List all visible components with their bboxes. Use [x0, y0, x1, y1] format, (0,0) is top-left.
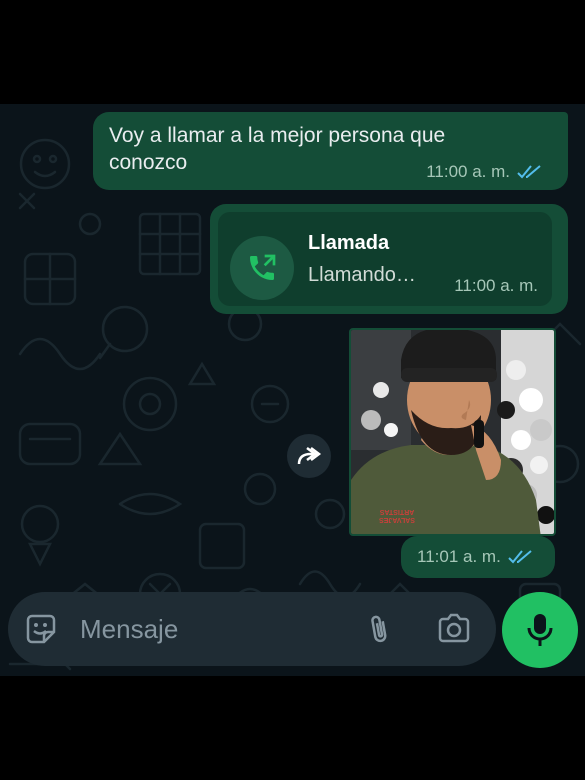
call-icon-circle	[230, 236, 294, 300]
read-ticks-icon	[508, 550, 532, 564]
message-time: 11:01 a. m.	[417, 547, 501, 566]
attach-icon[interactable]	[364, 612, 394, 646]
outgoing-call-icon	[250, 254, 276, 280]
camera-icon[interactable]	[436, 612, 472, 646]
forward-icon	[297, 447, 322, 465]
photo-meta-bubble: 11:01 a. m.	[401, 536, 555, 578]
call-title: Llamada	[308, 232, 390, 254]
forward-button[interactable]	[287, 434, 331, 478]
message-meta: 11:01 a. m.	[417, 547, 535, 567]
photo-image: ARTISTAS SALVAJES	[351, 330, 554, 534]
svg-text:ARTISTAS: ARTISTAS	[379, 508, 414, 515]
message-meta: 11:00 a. m.	[426, 162, 544, 182]
voice-message-button[interactable]	[502, 592, 578, 668]
message-time: 11:00 a. m.	[426, 162, 510, 181]
message-input[interactable]	[78, 610, 352, 648]
read-ticks-icon	[517, 165, 541, 179]
sticker-icon[interactable]	[24, 612, 58, 646]
call-status: Llamando…	[308, 264, 416, 286]
message-composer	[8, 592, 496, 666]
call-message-bubble[interactable]: Llamada Llamando… 11:00 a. m.	[210, 204, 568, 314]
message-meta: 11:00 a. m.	[454, 276, 538, 296]
photo-message[interactable]: ARTISTAS SALVAJES	[349, 328, 556, 536]
svg-text:SALVAJES: SALVAJES	[379, 516, 415, 523]
microphone-icon	[527, 614, 553, 646]
chat-area[interactable]: Voy a llamar a la mejor persona que cono…	[0, 104, 585, 676]
message-time: 11:00 a. m.	[454, 276, 538, 295]
message-bubble-outgoing[interactable]: Voy a llamar a la mejor persona que cono…	[93, 112, 568, 190]
